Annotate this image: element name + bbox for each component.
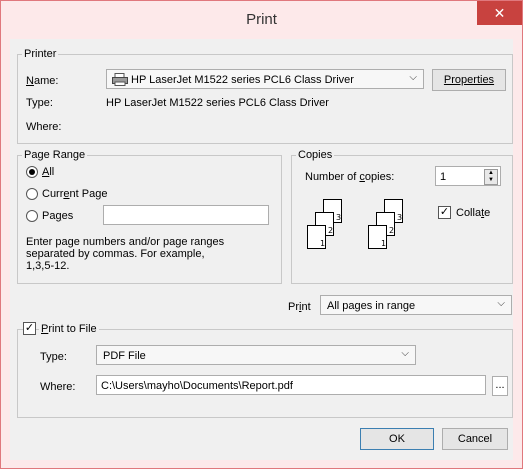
collate-page-number: 2 [328,226,333,235]
collate-page-number: 3 [336,213,341,222]
properties-button[interactable]: Properties [432,69,506,91]
number-of-copies-label: Number of copies: [305,171,395,183]
cancel-label: Cancel [457,433,493,445]
print-to-file-group [17,329,513,418]
close-icon: ✕ [493,5,506,21]
printer-group-label: Printer [22,47,59,61]
copies-value: 1 [440,171,447,183]
all-pages-label: All [42,166,55,178]
current-page-label: Current Page [42,188,108,200]
printer-type-value: HP LaserJet M1522 series PCL6 Class Driv… [106,97,329,109]
print-to-file-label: Print to File [39,322,99,336]
title-bar: Print ✕ [1,1,522,39]
pages-radio[interactable] [26,210,38,222]
chevron-down-icon: ⌵ [401,348,409,359]
print-to-file-checkbox[interactable]: ✓ [23,322,36,335]
collate-checkbox[interactable]: ✓ [438,206,451,219]
collate-page-number: 1 [320,239,325,248]
printer-icon [112,73,128,89]
collate-page-number: 1 [381,239,386,248]
file-type-value: PDF File [103,350,146,362]
spin-buttons-icon[interactable]: ▲ ▼ [484,169,498,185]
file-path-input[interactable]: C:\Users\mayho\Documents\Report.pdf [96,375,486,395]
print-what-value: All pages in range [327,300,416,312]
page-range-help-3: 1,3,5-12. [26,260,70,272]
cancel-button[interactable]: Cancel [442,428,508,450]
chevron-down-icon: ⌵ [409,72,417,83]
collate-page-number: 2 [389,226,394,235]
browse-button[interactable]: ... [492,376,508,396]
pages-input[interactable] [103,205,269,225]
printer-type-label: Type: [26,97,53,109]
copies-group-label: Copies [296,148,335,162]
window-title: Print [246,11,277,28]
all-pages-radio[interactable] [26,166,38,178]
ok-button[interactable]: OK [360,428,434,450]
printer-name-label: Name: [26,75,59,87]
file-type-select[interactable]: PDF File ⌵ [96,345,416,365]
printer-name-value: HP LaserJet M1522 series PCL6 Class Driv… [131,74,354,86]
current-page-radio[interactable] [26,188,38,200]
dialog-client: Printer Name: HP LaserJet M1522 series P… [10,39,513,460]
collate-page-number: 3 [397,213,402,222]
file-type-label: Type: [40,351,67,363]
printer-where-label: Where: [26,121,62,133]
printer-name-select[interactable]: HP LaserJet M1522 series PCL6 Class Driv… [106,69,424,89]
print-what-label: Print [288,301,311,313]
file-where-label: Where: [40,381,76,393]
collate-pages-icon: 3 2 1 3 2 1 [305,192,415,261]
browse-label: ... [495,379,505,391]
page-range-group-label: Page Range [22,148,88,162]
chevron-down-icon: ⌵ [497,298,505,309]
close-button[interactable]: ✕ [477,1,522,25]
print-what-select[interactable]: All pages in range ⌵ [320,295,512,315]
collate-label: Collate [456,207,491,219]
pages-label: Pages [42,210,74,222]
ok-label: OK [389,433,405,445]
file-path-value: C:\Users\mayho\Documents\Report.pdf [101,380,293,392]
print-dialog: Print ✕ Printer Name: HP LaserJet M1522 … [0,0,523,469]
properties-label: Properties [443,74,495,86]
copies-spinner[interactable]: 1 ▲ ▼ [435,166,501,186]
